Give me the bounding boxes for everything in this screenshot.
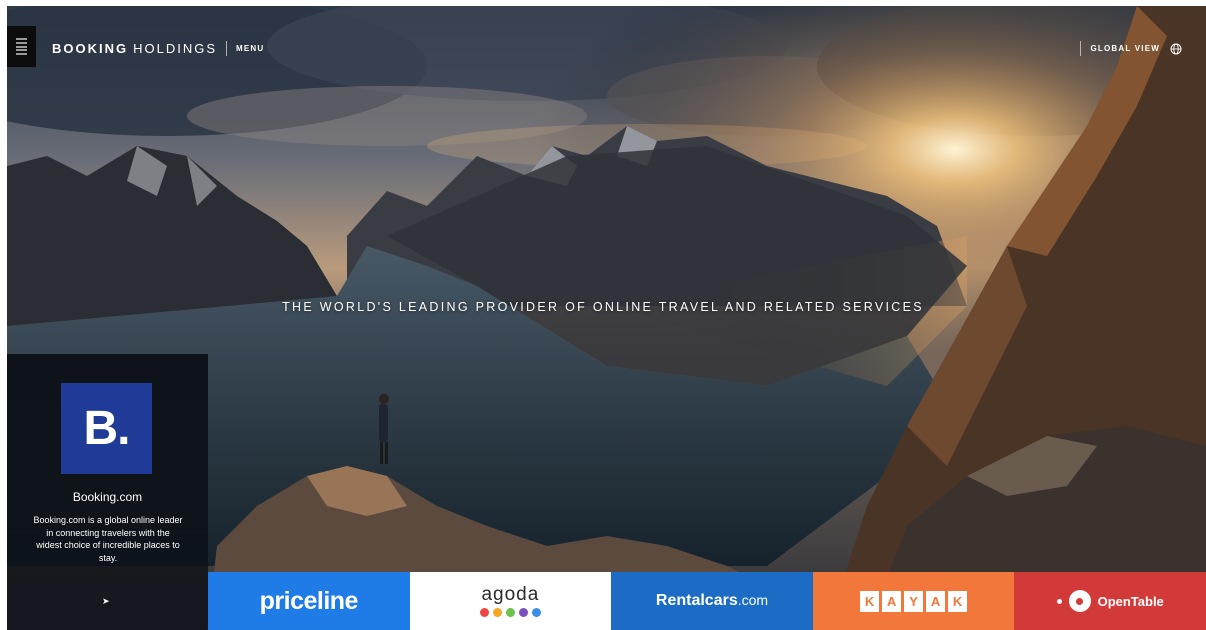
brand-name-bold[interactable]: BOOKING [52,41,128,56]
brand-strip: priceline agoda Rentalcars.com K A Y A K… [208,572,1206,630]
agoda-dots [479,608,541,617]
site-brand: BOOKING HOLDINGS MENU [52,41,264,56]
page: BOOKING HOLDINGS MENU GLOBAL VIEW THE WO… [0,0,1206,630]
agoda-wordmark: agoda [481,584,540,605]
booking-logo[interactable]: B. [61,383,152,474]
divider [1079,41,1081,56]
brand-tile-agoda[interactable]: agoda [409,572,612,630]
agoda-dot [505,608,515,617]
opentable-circle-icon [1068,590,1091,612]
featured-brand-panel: B. Booking.com Booking.com is a global o… [7,354,208,630]
global-view-label[interactable]: GLOBAL VIEW [1091,44,1161,53]
menu-toggle-button[interactable] [7,26,36,67]
opentable-dot-icon [1056,598,1062,604]
agoda-dot [531,608,541,617]
brand-name-light[interactable]: HOLDINGS [133,41,217,56]
divider [226,41,228,56]
agoda-dot [479,608,489,617]
rentalcars-logo: Rentalcars.com [656,592,768,610]
brand-tile-opentable[interactable]: OpenTable [1014,572,1206,630]
kayak-letter: K [948,590,968,612]
agoda-dot [518,608,528,617]
featured-brand-description: Booking.com is a global online leader in… [33,515,183,563]
kayak-letter: A [882,590,902,612]
globe-icon[interactable] [1170,43,1182,55]
opentable-wordmark: OpenTable [1097,593,1164,609]
kayak-letter: Y [904,590,924,612]
rentalcars-suffix: .com [737,592,769,608]
brand-tile-priceline[interactable]: priceline [208,572,410,630]
global-view-control[interactable]: GLOBAL VIEW [1079,41,1183,56]
brand-tile-rentalcars[interactable]: Rentalcars.com [611,572,813,630]
kayak-letter: A [926,590,946,612]
agoda-dot [492,608,502,617]
hero-tagline: THE WORLD'S LEADING PROVIDER OF ONLINE T… [282,300,924,314]
hamburger-icon [16,38,27,55]
priceline-logo: priceline [259,586,359,615]
brand-tile-kayak[interactable]: K A Y A K [812,572,1015,630]
opentable-logo: OpenTable [1056,590,1164,612]
rentalcars-name: Rentalcars [655,592,738,609]
featured-brand-name: Booking.com [72,490,143,504]
menu-link[interactable]: MENU [236,44,264,53]
booking-logo-text: B. [83,402,131,455]
arrow-right-icon[interactable]: ➤ [102,596,110,607]
kayak-letter: K [860,590,880,612]
kayak-logo: K A Y A K [860,590,968,612]
agoda-logo: agoda [479,584,541,617]
